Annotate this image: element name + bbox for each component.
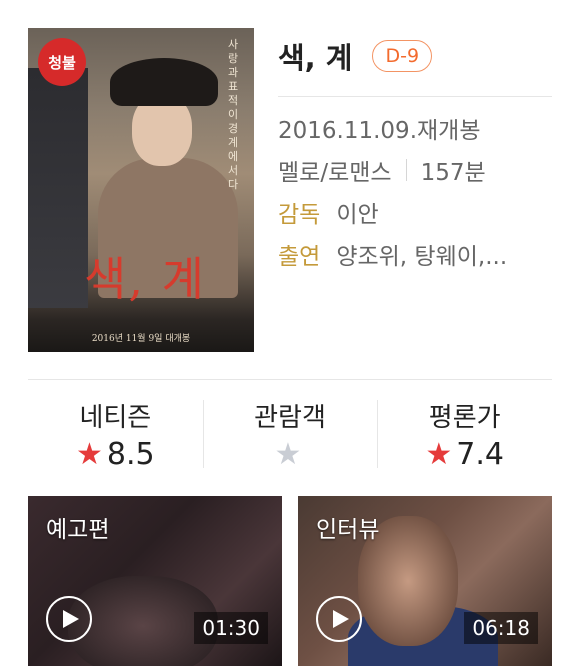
- cast-row: 출연 양조위, 탕웨이,...: [278, 233, 552, 275]
- cast-link[interactable]: 양조위, 탕웨이,...: [336, 237, 507, 271]
- play-icon[interactable]: [46, 596, 92, 642]
- age-rating-badge: 청불: [38, 38, 86, 86]
- release-date-text: 2016.11.09.재개봉: [278, 118, 481, 144]
- director-label: 감독: [278, 202, 321, 228]
- info-divider: [278, 96, 552, 97]
- video-trailer[interactable]: 예고편 01:30: [28, 496, 282, 666]
- score-critic[interactable]: 평론가 ★ 7.4: [377, 396, 552, 474]
- video-list: 예고편 01:30 인터뷰 06:18: [28, 496, 552, 666]
- genre-separator: [405, 159, 407, 181]
- video-duration: 01:30: [194, 612, 268, 644]
- genre-runtime: 멜로/로맨스 157분: [278, 149, 552, 191]
- play-icon[interactable]: [316, 596, 362, 642]
- score-label: 관람객: [254, 402, 326, 433]
- score-number: 7.4: [456, 436, 504, 472]
- director-row: 감독 이안: [278, 191, 552, 233]
- cast-label: 출연: [278, 244, 321, 270]
- star-icon: ★: [76, 436, 103, 472]
- poster-title-art: 색, 계: [84, 252, 206, 306]
- score-value: ★ 8.5: [76, 434, 155, 474]
- star-icon: ★: [425, 436, 453, 472]
- video-interview[interactable]: 인터뷰 06:18: [298, 496, 552, 666]
- video-label: 인터뷰: [316, 517, 380, 543]
- star-empty-icon: ★: [274, 436, 302, 472]
- video-duration: 06:18: [464, 612, 538, 644]
- score-value: ★ 7.4: [425, 434, 504, 474]
- video-label: 예고편: [46, 517, 110, 543]
- poster-tagline: 사랑과 표적이 경계에 서다: [228, 38, 239, 191]
- poster-release-text: 2016년 11월 9일 대개봉: [91, 334, 191, 344]
- poster-figure-hat: [110, 58, 218, 106]
- genre-text: 멜로/로맨스: [278, 160, 392, 186]
- score-audience[interactable]: 관람객 ★: [202, 396, 378, 474]
- section-divider: [28, 379, 552, 380]
- score-label: 네티즌: [79, 402, 152, 433]
- score-panel: 네티즌 ★ 8.5 관람객 ★ 평론가 ★ 7.4: [28, 396, 552, 474]
- score-label: 평론가: [428, 402, 501, 433]
- score-number: 8.5: [106, 436, 155, 472]
- score-value: ★: [275, 434, 306, 474]
- poster-figure-left: [28, 68, 88, 308]
- release-date: 2016.11.09.재개봉: [278, 107, 552, 149]
- director-link[interactable]: 이안: [336, 195, 378, 229]
- score-netizen[interactable]: 네티즌 ★ 8.5: [28, 396, 203, 474]
- movie-info: 색, 계 D-9 2016.11.09.재개봉 멜로/로맨스 157분 감독 이…: [278, 28, 552, 275]
- runtime-text: 157분: [420, 160, 486, 186]
- movie-title[interactable]: 색, 계: [278, 35, 352, 77]
- d-day-badge: D-9: [372, 40, 433, 72]
- title-row: 색, 계 D-9: [278, 28, 552, 84]
